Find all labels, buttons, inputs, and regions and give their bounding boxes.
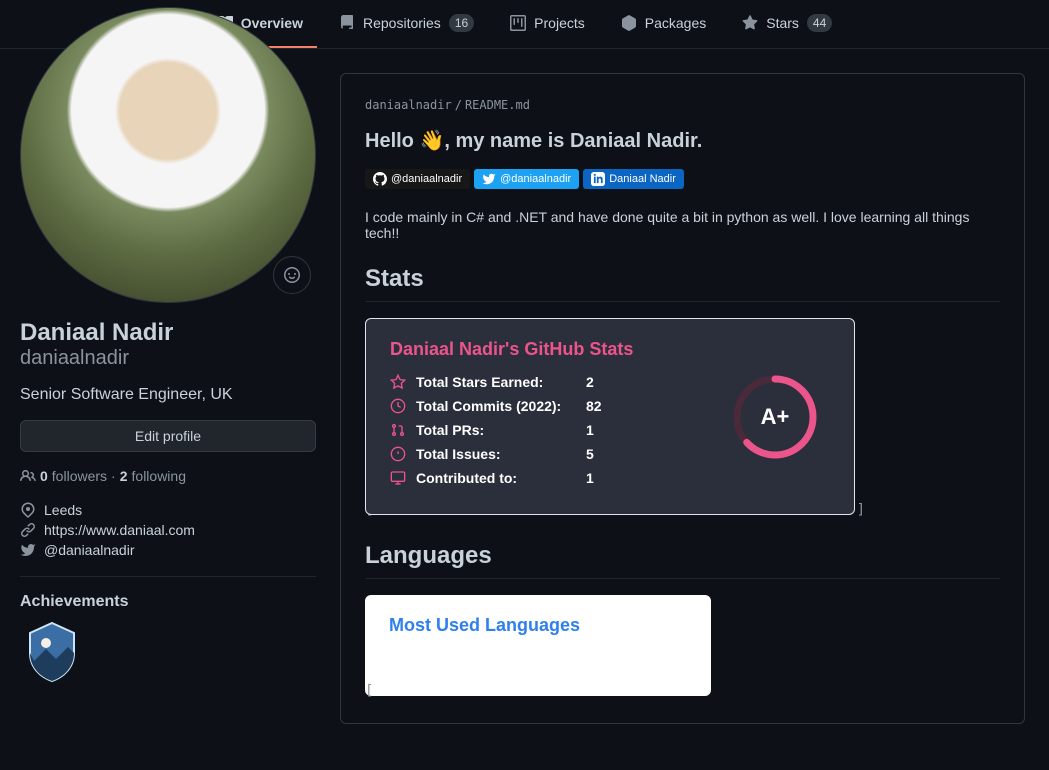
twitter-item[interactable]: @daniaalnadir (20, 540, 316, 560)
stars-count-badge: 44 (807, 14, 832, 32)
badge-github-text: @daniaalnadir (391, 173, 462, 185)
website-item[interactable]: https://www.daniaal.com (20, 520, 316, 540)
profile-bio: Senior Software Engineer, UK (20, 386, 316, 404)
status-emoji-button[interactable] (273, 256, 311, 294)
grade-ring: A+ (730, 372, 820, 462)
repo-count-badge: 16 (449, 14, 474, 32)
badge-twitter-text: @daniaalnadir (500, 173, 571, 185)
tab-repositories[interactable]: Repositories 16 (325, 0, 488, 48)
stat-stars-label: Total Stars Earned: (416, 374, 576, 390)
location-item: Leeds (20, 500, 316, 520)
readme-path-user: daniaalnadir (365, 98, 452, 112)
website-text: https://www.daniaal.com (44, 522, 195, 538)
edit-profile-button[interactable]: Edit profile (20, 420, 316, 452)
tab-label: Repositories (363, 15, 441, 31)
lang-bar (389, 652, 687, 660)
stat-stars-row: Total Stars Earned: 2 (390, 374, 730, 390)
twitter-text: @daniaalnadir (44, 542, 135, 558)
stat-commits-label: Total Commits (2022): (416, 398, 576, 414)
grade-text: A+ (761, 404, 790, 430)
stat-prs-label: Total PRs: (416, 422, 576, 438)
badge-linkedin[interactable]: Daniaal Nadir (583, 169, 684, 189)
stat-prs-value: 1 (586, 422, 594, 438)
followers-label: followers (52, 468, 107, 484)
readme-path[interactable]: daniaalnadir/README.md (365, 98, 1000, 112)
git-pr-icon (390, 422, 406, 438)
readme-path-file: README (465, 98, 508, 112)
star-icon (390, 374, 406, 390)
badge-linkedin-text: Daniaal Nadir (609, 173, 676, 185)
profile-username: daniaalnadir (20, 347, 316, 370)
stat-issues-value: 5 (586, 446, 594, 462)
smiley-icon (284, 267, 300, 283)
package-icon (621, 15, 637, 31)
location-text: Leeds (44, 502, 82, 518)
badge-twitter[interactable]: @daniaalnadir (474, 169, 579, 189)
repo-icon (339, 15, 355, 31)
clock-icon (390, 398, 406, 414)
github-stats-card: Daniaal Nadir's GitHub Stats Total Stars… (365, 318, 855, 515)
tab-label: Packages (645, 15, 706, 31)
tab-label: Projects (534, 15, 585, 31)
profile-sidebar: Daniaal Nadir daniaalnadir Senior Softwa… (20, 7, 316, 724)
project-icon (510, 15, 526, 31)
achievements-heading: Achievements (20, 593, 316, 611)
twitter-icon (20, 542, 36, 558)
languages-heading: Languages (365, 542, 1000, 579)
languages-card: Most Used Languages (365, 595, 711, 696)
tab-projects[interactable]: Projects (496, 0, 599, 48)
main-content: daniaalnadir/README.md Hello 👋, my name … (340, 49, 1049, 724)
badge-github[interactable]: @daniaalnadir (365, 169, 470, 189)
stat-commits-value: 82 (586, 398, 602, 414)
github-icon (373, 172, 387, 186)
stat-issues-label: Total Issues: (416, 446, 576, 462)
tab-packages[interactable]: Packages (607, 0, 720, 48)
readme-path-ext: .md (508, 98, 530, 112)
following-count: 2 (120, 468, 128, 484)
stat-contrib-label: Contributed to: (416, 470, 576, 486)
stat-contrib-row: Contributed to: 1 (390, 470, 730, 486)
stats-card-title: Daniaal Nadir's GitHub Stats (390, 339, 730, 360)
profile-name: Daniaal Nadir (20, 319, 316, 347)
stats-heading: Stats (365, 265, 1000, 302)
alert-icon (390, 446, 406, 462)
following-label: following (132, 468, 186, 484)
readme-intro: I code mainly in C# and .NET and have do… (365, 209, 1000, 241)
star-icon (742, 15, 758, 31)
languages-card-title: Most Used Languages (389, 615, 687, 636)
achievement-arctic-icon[interactable] (20, 619, 84, 683)
link-icon (20, 522, 36, 538)
avatar[interactable] (20, 7, 316, 303)
monitor-icon (390, 470, 406, 486)
stat-stars-value: 2 (586, 374, 594, 390)
stat-issues-row: Total Issues: 5 (390, 446, 730, 462)
linkedin-icon (591, 172, 605, 186)
twitter-icon (482, 172, 496, 186)
followers-block[interactable]: 0 followers · 2 following (20, 468, 316, 484)
stat-prs-row: Total PRs: 1 (390, 422, 730, 438)
people-icon (20, 468, 36, 484)
stat-contrib-value: 1 (586, 470, 594, 486)
followers-count: 0 (40, 468, 48, 484)
location-icon (20, 502, 36, 518)
tab-stars[interactable]: Stars 44 (728, 0, 846, 48)
tab-label: Stars (766, 15, 799, 31)
readme-heading: Hello 👋, my name is Daniaal Nadir. (365, 128, 1000, 153)
stat-commits-row: Total Commits (2022): 82 (390, 398, 730, 414)
readme-card: daniaalnadir/README.md Hello 👋, my name … (340, 73, 1025, 724)
